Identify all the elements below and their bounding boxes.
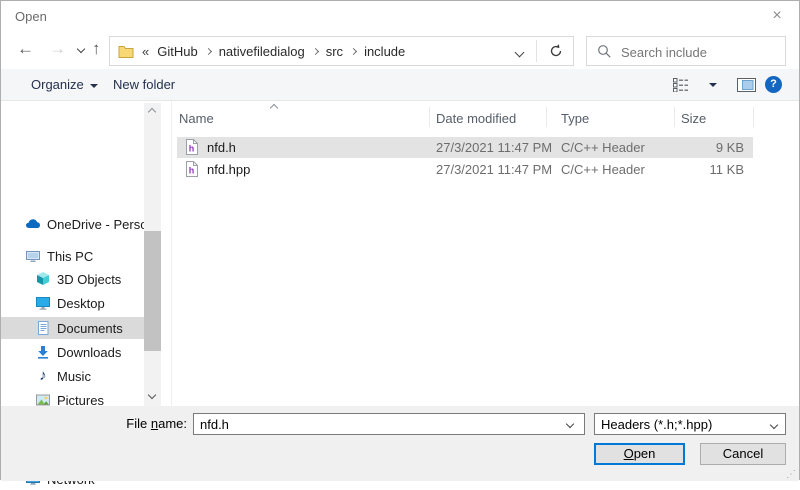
column-header-name[interactable]: Name: [179, 111, 214, 126]
forward-icon: →: [49, 39, 66, 59]
back-icon[interactable]: ←: [17, 39, 34, 59]
views-dropdown-icon[interactable]: [709, 83, 717, 87]
address-divider: [536, 40, 537, 62]
breadcrumb-item[interactable]: nativefiledialog: [219, 44, 305, 59]
organize-label: Organize: [31, 77, 84, 92]
file-type-select[interactable]: Headers (*.h;*.hpp): [594, 413, 786, 435]
open-button[interactable]: Open: [594, 443, 685, 465]
column-header-date-modified[interactable]: Date modified: [436, 111, 516, 126]
sidebar-item-label: 3D Objects: [57, 272, 121, 287]
computer-icon: [25, 248, 41, 264]
column-divider[interactable]: [546, 107, 547, 127]
preview-pane-icon[interactable]: [737, 78, 756, 95]
onedrive-cloud-icon: [25, 216, 41, 232]
sidebar-item-label: This PC: [47, 249, 93, 264]
desktop-icon: [35, 295, 51, 311]
column-divider[interactable]: [753, 107, 754, 127]
address-dropdown-chevron-icon[interactable]: [515, 48, 525, 58]
sidebar-item-3d-objects[interactable]: 3D Objects: [1, 268, 144, 290]
details-view-icon[interactable]: [673, 78, 689, 95]
column-header-size[interactable]: Size: [681, 111, 706, 126]
sidebar-divider: [171, 101, 172, 406]
title-bar: Open ×: [1, 1, 799, 31]
breadcrumb-item[interactable]: include: [364, 44, 405, 59]
open-file-dialog: Open × ← → ↑ « GitHub nativefiledialog s…: [0, 0, 800, 480]
up-icon[interactable]: ↑: [92, 39, 101, 59]
sidebar-item-onedrive[interactable]: OneDrive - Personal: [1, 213, 144, 235]
file-type-value: Headers (*.h;*.hpp): [601, 417, 712, 432]
folder-icon: [118, 44, 134, 58]
sidebar-item-desktop[interactable]: Desktop: [1, 292, 144, 314]
breadcrumb: « GitHub nativefiledialog src include: [118, 37, 405, 65]
organize-button[interactable]: Organize: [31, 77, 98, 92]
breadcrumb-separator-icon[interactable]: [350, 47, 357, 54]
file-name-input[interactable]: [193, 413, 585, 435]
file-row-nfd-h[interactable]: h nfd.h 27/3/2021 11:47 PM C/C++ Header …: [177, 137, 753, 158]
main-area: OneDrive - Personal This PC 3D Objects D…: [1, 101, 799, 406]
sidebar-item-label: OneDrive - Personal: [47, 217, 144, 232]
column-header-type[interactable]: Type: [561, 111, 589, 126]
close-icon[interactable]: ×: [765, 5, 789, 27]
sidebar-item-label: Music: [57, 369, 91, 384]
column-divider[interactable]: [429, 107, 430, 127]
sidebar-item-downloads[interactable]: Downloads: [1, 341, 144, 363]
file-name: nfd.hpp: [207, 162, 250, 177]
documents-icon: [35, 320, 51, 336]
sidebar-item-this-pc[interactable]: This PC: [1, 245, 144, 267]
file-name-label: File name:: [81, 413, 187, 435]
scroll-up-icon[interactable]: [148, 108, 156, 116]
breadcrumb-collapse-icon[interactable]: «: [142, 44, 149, 59]
breadcrumb-separator-icon[interactable]: [205, 47, 212, 54]
organize-dropdown-icon: [90, 84, 98, 88]
breadcrumb-separator-icon[interactable]: [312, 47, 319, 54]
svg-text:h: h: [189, 144, 195, 154]
svg-text:h: h: [189, 166, 195, 176]
sidebar-item-documents[interactable]: Documents: [1, 317, 144, 339]
breadcrumb-item[interactable]: src: [326, 44, 343, 59]
address-bar[interactable]: « GitHub nativefiledialog src include: [109, 36, 574, 66]
sidebar-item-label: Desktop: [57, 296, 105, 311]
cube-3d-icon: [35, 271, 51, 287]
sidebar-item-label: Downloads: [57, 345, 121, 360]
download-arrow-icon: [35, 344, 51, 360]
file-date-modified: 27/3/2021 11:47 PM: [436, 140, 552, 155]
refresh-icon[interactable]: [547, 42, 565, 63]
file-date-modified: 27/3/2021 11:47 PM: [436, 162, 552, 177]
cancel-button[interactable]: Cancel: [700, 443, 786, 465]
navigation-bar: ← → ↑ « GitHub nativefiledialog src incl…: [1, 31, 799, 69]
sidebar-item-music[interactable]: ♪ Music: [1, 365, 144, 387]
search-box: [586, 36, 786, 66]
column-divider[interactable]: [674, 107, 675, 127]
music-note-icon: ♪: [35, 368, 51, 384]
file-size: 11 KB: [617, 162, 744, 177]
search-icon: [597, 44, 612, 62]
scrollbar-thumb[interactable]: [144, 231, 161, 351]
file-type-chevron-icon: [770, 421, 778, 429]
file-name: nfd.h: [207, 140, 236, 155]
search-input[interactable]: [619, 40, 781, 64]
header-file-icon: h: [185, 139, 198, 158]
sidebar-item-label: Documents: [57, 321, 123, 336]
resize-grip-icon[interactable]: ⋰: [786, 469, 796, 480]
file-row-nfd-hpp[interactable]: h nfd.hpp 27/3/2021 11:47 PM C/C++ Heade…: [177, 159, 753, 180]
sort-ascending-icon: [270, 104, 278, 112]
command-toolbar: Organize New folder ?: [1, 69, 799, 101]
new-folder-button[interactable]: New folder: [113, 77, 175, 92]
scroll-down-icon[interactable]: [148, 391, 156, 399]
file-size: 9 KB: [617, 140, 744, 155]
recent-locations-chevron-icon[interactable]: [77, 45, 85, 53]
help-icon[interactable]: ?: [765, 76, 782, 93]
dialog-title: Open: [15, 9, 47, 24]
footer-panel: File name: Headers (*.h;*.hpp) Open Canc…: [1, 406, 799, 481]
sidebar-scrollbar[interactable]: [144, 103, 161, 406]
breadcrumb-item[interactable]: GitHub: [157, 44, 197, 59]
header-file-icon: h: [185, 161, 198, 180]
